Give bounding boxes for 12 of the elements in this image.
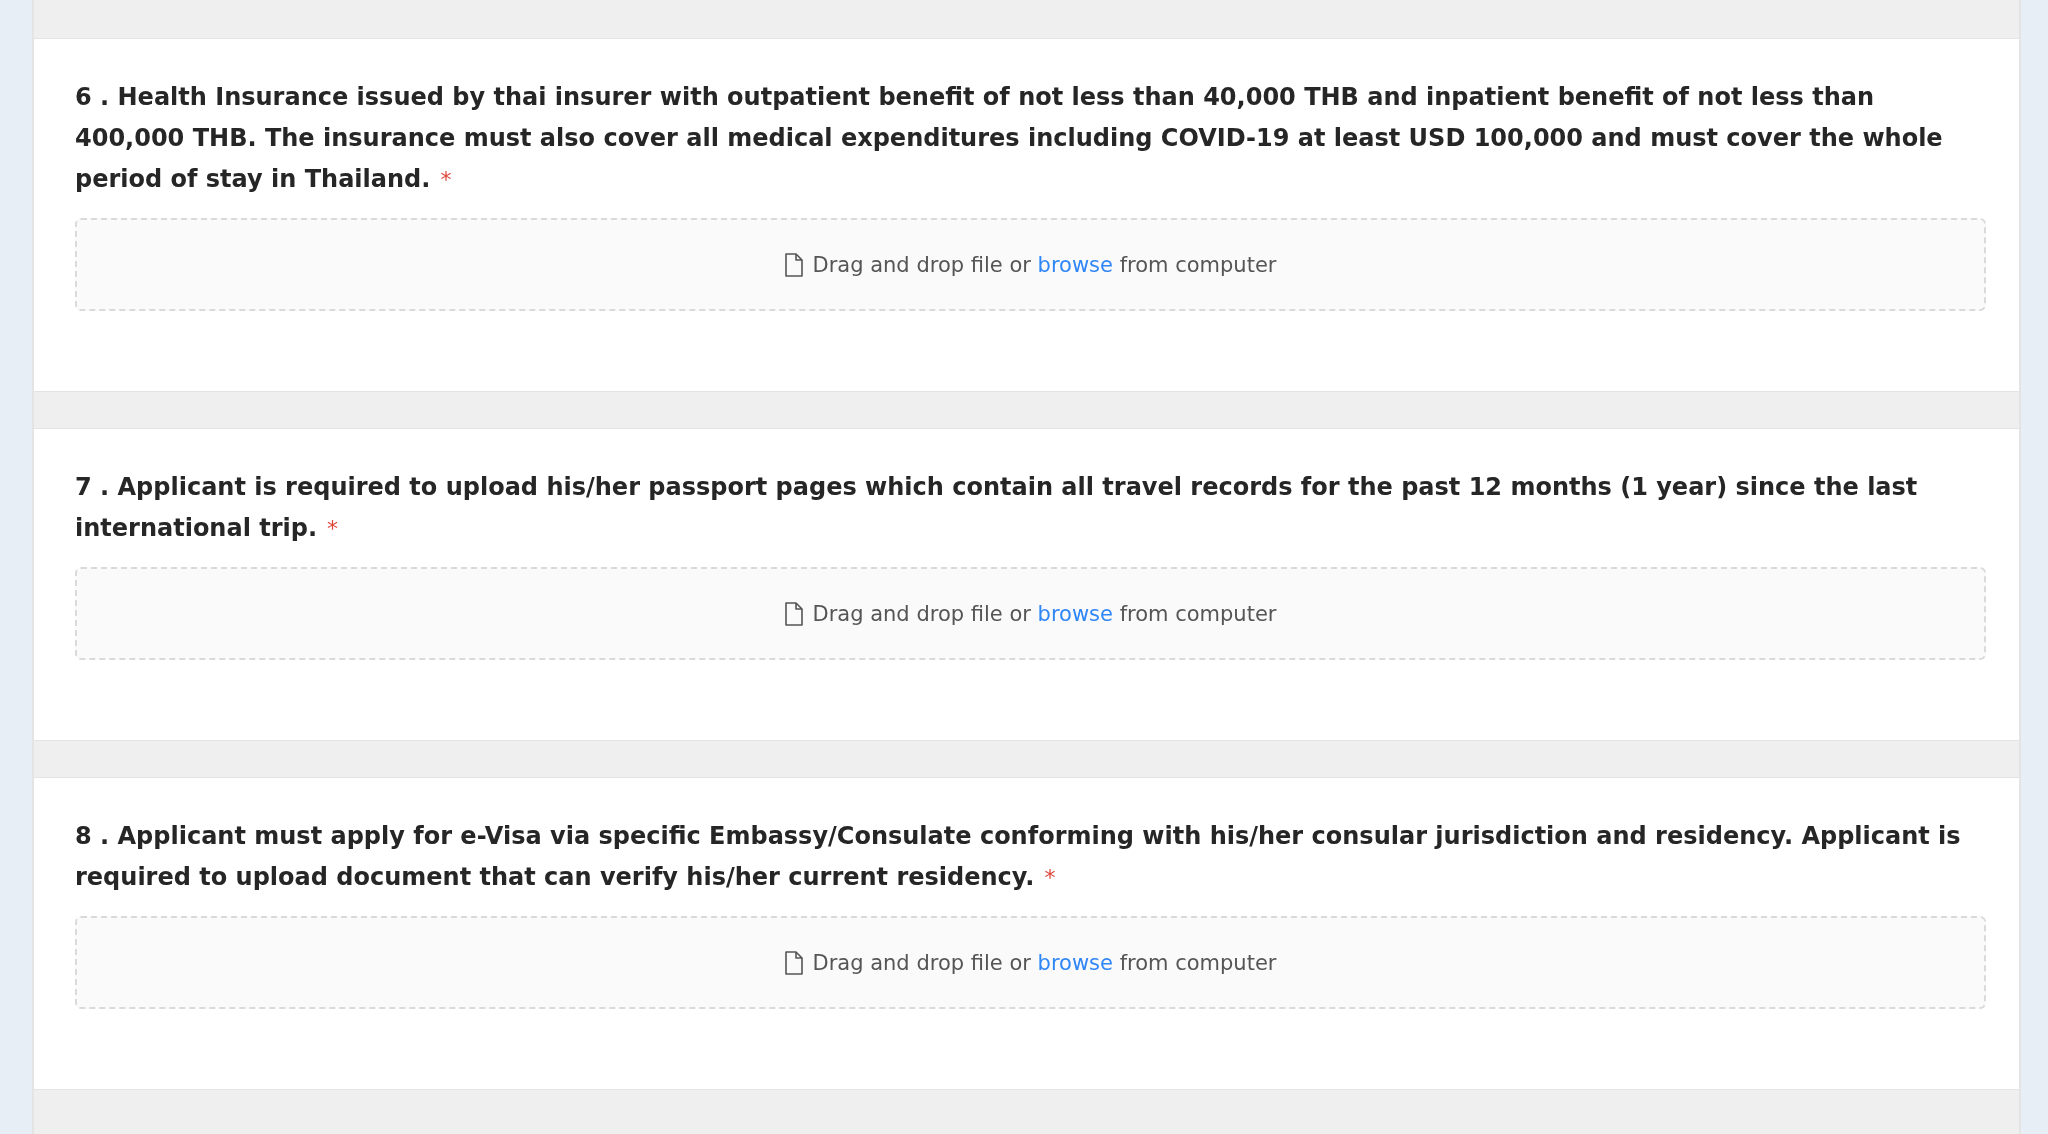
file-icon: [784, 601, 803, 626]
file-icon: [784, 252, 803, 277]
drop-hint: Drag and drop file or browse from computer: [812, 252, 1277, 277]
drop-hint: Drag and drop file or browse from computer: [812, 950, 1277, 975]
file-drop-zone[interactable]: Drag and drop file or browse from computer: [75, 218, 1986, 311]
file-icon: [784, 950, 803, 975]
question-text: 7 . Applicant is required to upload his/her passport pages which contain all travel records for the past 12 months (1 year) since the last international trip. *: [75, 472, 1919, 544]
question-text: 8 . Applicant must apply for e-Visa via specific Embassy/Consulate conforming with his/her consular jurisdiction and residency. Applicant is required to upload document that can verify his/her current residency. *: [75, 821, 1962, 893]
drop-hint: Drag and drop file or browse from computer: [812, 601, 1277, 626]
file-drop-zone[interactable]: Drag and drop file or browse from computer: [75, 916, 1986, 1009]
file-drop-zone[interactable]: Drag and drop file or browse from computer: [75, 567, 1986, 660]
question-text: 6 . Health Insurance issued by thai insurer with outpatient benefit of not less than 40,000 THB and inpatient benefit of not less than 400,000 THB. The insurance must also cover all medical expenditures including COVID-19 at least USD 100,000 and must cover the whole period of stay in Thailand. *: [75, 82, 1944, 195]
